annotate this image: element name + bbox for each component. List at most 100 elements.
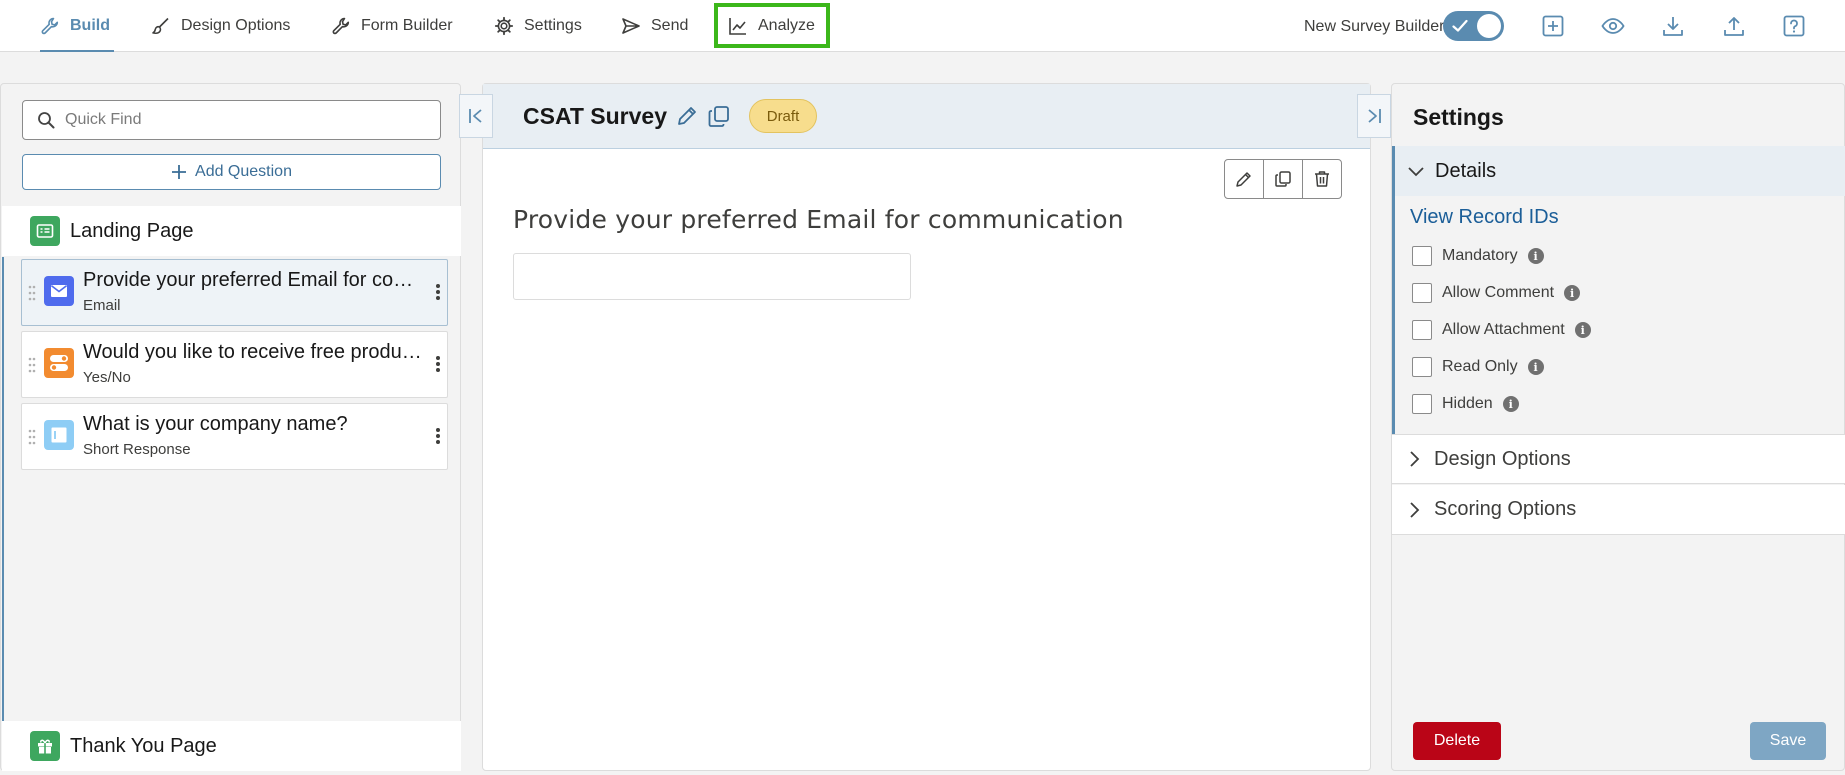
info-icon[interactable]: i <box>1502 396 1519 412</box>
chevron-right-icon <box>1406 450 1422 468</box>
landing-page-icon <box>30 216 60 246</box>
quick-find-input[interactable] <box>65 111 425 129</box>
scoring-options-section[interactable]: Scoring Options <box>1392 485 1845 535</box>
info-icon[interactable]: i <box>1574 322 1591 338</box>
question-type: Short Response <box>83 441 191 458</box>
tab-send[interactable]: Send <box>621 0 688 52</box>
hidden-option: Hidden i <box>1412 394 1519 414</box>
tab-label: Build <box>70 17 110 34</box>
read-only-checkbox[interactable] <box>1412 357 1432 377</box>
wrench-icon <box>40 16 60 36</box>
view-record-ids-link[interactable]: View Record IDs <box>1410 206 1559 229</box>
new-survey-builder-label: New Survey Builder <box>1304 18 1445 35</box>
send-icon <box>621 16 641 36</box>
download-icon[interactable] <box>1661 14 1685 38</box>
tab-label: Settings <box>524 17 582 34</box>
info-icon[interactable]: i <box>1527 359 1544 375</box>
collapse-left-panel-button[interactable] <box>459 94 493 138</box>
mandatory-checkbox[interactable] <box>1412 246 1432 266</box>
tab-label: Design Options <box>181 17 291 34</box>
collapse-right-panel-button[interactable] <box>1357 94 1391 138</box>
allow-comment-checkbox[interactable] <box>1412 283 1432 303</box>
read-only-option: Read Only i <box>1412 357 1544 377</box>
design-options-section[interactable]: Design Options <box>1392 434 1845 484</box>
email-answer-input[interactable] <box>513 253 911 300</box>
edit-pencil-icon[interactable] <box>676 105 698 127</box>
thank-you-page-item[interactable]: Thank You Page <box>2 721 461 771</box>
survey-header: CSAT Survey Draft <box>483 84 1370 149</box>
question-title: Provide your preferred Email for communi… <box>83 269 423 291</box>
new-survey-builder-toggle[interactable] <box>1443 11 1504 41</box>
more-options-icon[interactable] <box>435 354 441 374</box>
upload-icon[interactable] <box>1722 14 1746 38</box>
option-label: Read Only <box>1442 358 1518 375</box>
delete-question-button[interactable] <box>1303 160 1341 198</box>
question-type: Email <box>83 297 121 314</box>
drag-handle-icon[interactable] <box>28 284 36 302</box>
mandatory-option: Mandatory i <box>1412 246 1544 266</box>
tab-form-builder[interactable]: Form Builder <box>331 0 453 52</box>
tab-design-options[interactable]: Design Options <box>151 0 290 52</box>
short-response-icon <box>44 420 74 450</box>
copy-icon <box>1274 170 1292 188</box>
question-list: Provide your preferred Email for communi… <box>2 257 461 724</box>
add-icon[interactable] <box>1541 14 1565 38</box>
question-editor-panel: CSAT Survey Draft Provide your preferred… <box>482 83 1371 771</box>
option-label: Mandatory <box>1442 247 1518 264</box>
search-icon <box>37 111 55 129</box>
checkmark-icon <box>1452 19 1468 32</box>
details-section-header[interactable]: Details <box>1392 146 1845 196</box>
question-type: Yes/No <box>83 369 131 386</box>
survey-title: CSAT Survey <box>523 103 668 129</box>
settings-title: Settings <box>1413 104 1504 130</box>
chevron-down-icon <box>1407 162 1425 180</box>
clone-icon[interactable] <box>707 104 731 128</box>
paintbrush-icon <box>151 16 171 36</box>
thank-you-page-label: Thank You Page <box>70 734 217 757</box>
wrench-icon <box>331 16 351 36</box>
tab-label: Send <box>651 17 689 34</box>
option-label: Hidden <box>1442 395 1493 412</box>
quick-find-search[interactable] <box>22 100 441 140</box>
question-title: Would you like to receive free product u… <box>83 341 423 363</box>
save-button[interactable]: Save <box>1750 722 1826 760</box>
toggle-icon <box>44 348 74 378</box>
copy-question-button[interactable] <box>1264 160 1303 198</box>
question-actions-group <box>1224 159 1342 199</box>
question-title: What is your company name? <box>83 413 348 435</box>
edit-question-button[interactable] <box>1225 160 1264 198</box>
question-item[interactable]: Would you like to receive free product u… <box>21 331 448 398</box>
allow-comment-option: Allow Comment i <box>1412 283 1581 303</box>
details-label: Details <box>1435 159 1497 182</box>
add-question-button[interactable]: Add Question <box>22 154 441 190</box>
landing-page-label: Landing Page <box>70 219 194 242</box>
trash-icon <box>1313 170 1331 188</box>
delete-button[interactable]: Delete <box>1413 722 1501 760</box>
tab-build[interactable]: Build <box>40 0 114 52</box>
question-list-panel: Add Question Landing Page Provide your p… <box>0 83 461 771</box>
help-icon[interactable] <box>1782 14 1806 38</box>
more-options-icon[interactable] <box>435 282 441 302</box>
question-item[interactable]: Provide your preferred Email for communi… <box>21 259 448 326</box>
section-label: Scoring Options <box>1434 498 1577 520</box>
question-item[interactable]: What is your company name? Short Respons… <box>21 403 448 470</box>
preview-eye-icon[interactable] <box>1601 14 1625 38</box>
info-icon[interactable]: i <box>1527 248 1544 264</box>
more-options-icon[interactable] <box>435 426 441 446</box>
drag-handle-icon[interactable] <box>28 428 36 446</box>
gear-icon <box>494 16 514 36</box>
email-icon <box>44 276 74 306</box>
analyze-tab-highlight <box>714 3 830 48</box>
details-section-body: View Record IDs Mandatory i Allow Commen… <box>1392 196 1845 434</box>
drag-handle-icon[interactable] <box>28 356 36 374</box>
collapse-left-icon <box>467 107 485 125</box>
allow-attachment-option: Allow Attachment i <box>1412 320 1591 340</box>
option-label: Allow Attachment <box>1442 321 1565 338</box>
landing-page-item[interactable]: Landing Page <box>2 206 461 256</box>
tab-settings[interactable]: Settings <box>494 0 582 52</box>
top-navigation-bar: Build Design Options Form Builder Settin… <box>0 0 1845 52</box>
allow-attachment-checkbox[interactable] <box>1412 320 1432 340</box>
hidden-checkbox[interactable] <box>1412 394 1432 414</box>
section-label: Design Options <box>1434 447 1571 470</box>
info-icon[interactable]: i <box>1564 285 1581 301</box>
